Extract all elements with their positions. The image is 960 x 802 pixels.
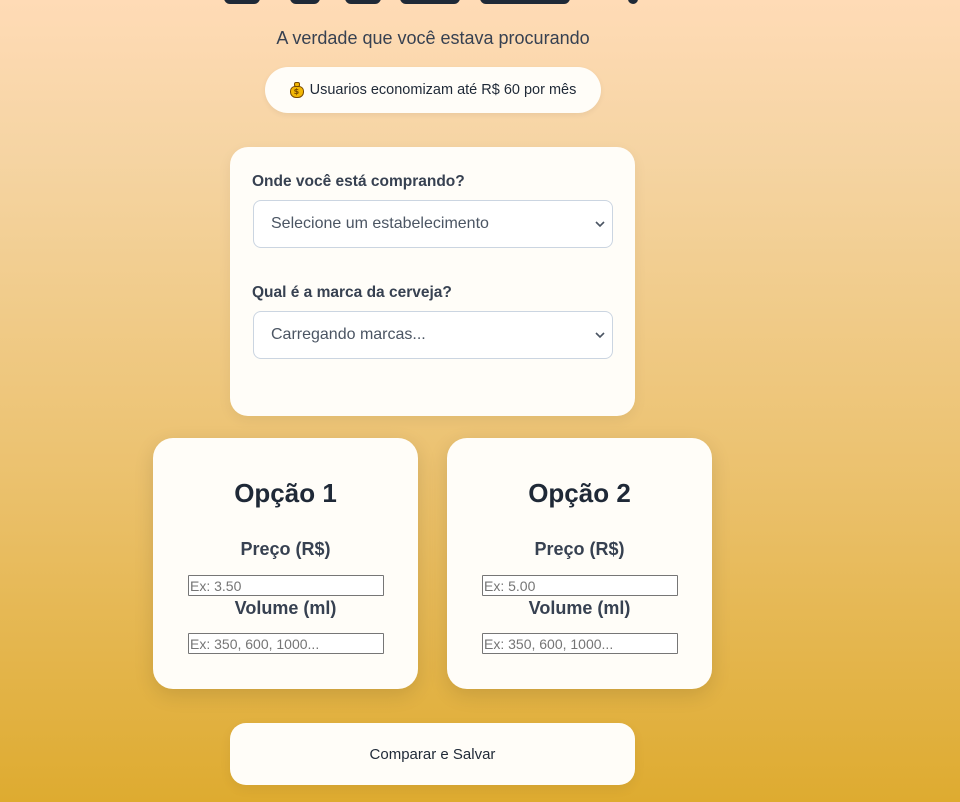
volume-input-option-1[interactable] xyxy=(188,633,384,654)
title-fragment xyxy=(290,0,320,4)
option-card-1: Opção 1 Preço (R$) Volume (ml) xyxy=(153,438,418,689)
title-fragment xyxy=(400,0,460,4)
money-bag-icon: $ xyxy=(289,82,304,98)
savings-badge-text: Usuarios economizam até R$ 60 por mês xyxy=(309,82,577,98)
selection-card: Onde você está comprando? Selecione um e… xyxy=(230,147,635,416)
chevron-down-icon xyxy=(595,332,605,339)
page-subtitle: A verdade que você estava procurando xyxy=(276,28,590,48)
brand-select-value: Carregando marcas... xyxy=(271,326,426,343)
brand-select[interactable]: Carregando marcas... xyxy=(253,311,613,359)
price-label: Preço (R$) xyxy=(534,539,625,559)
page-title-clipped xyxy=(0,0,960,8)
title-fragment xyxy=(480,0,570,4)
logo-fragment xyxy=(224,0,260,4)
option-title: Opção 1 xyxy=(234,478,337,508)
store-label: Onde você está comprando? xyxy=(252,173,465,190)
compare-and-save-button[interactable]: Comparar e Salvar xyxy=(230,723,635,785)
savings-badge: $ Usuarios economizam até R$ 60 por mês xyxy=(265,67,601,113)
price-label: Preço (R$) xyxy=(240,539,331,559)
option-card-2: Opção 2 Preço (R$) Volume (ml) xyxy=(447,438,712,689)
price-input-option-1[interactable] xyxy=(188,575,384,596)
chevron-down-icon xyxy=(595,221,605,228)
volume-label: Volume (ml) xyxy=(528,598,631,618)
price-input-option-2[interactable] xyxy=(482,575,678,596)
volume-input-option-2[interactable] xyxy=(482,633,678,654)
store-select-value: Selecione um estabelecimento xyxy=(271,215,489,232)
brand-label: Qual é a marca da cerveja? xyxy=(252,284,452,301)
volume-label: Volume (ml) xyxy=(234,598,337,618)
option-title: Opção 2 xyxy=(528,478,631,508)
title-fragment xyxy=(345,0,381,4)
title-fragment xyxy=(628,0,638,4)
store-select[interactable]: Selecione um estabelecimento xyxy=(253,200,613,248)
